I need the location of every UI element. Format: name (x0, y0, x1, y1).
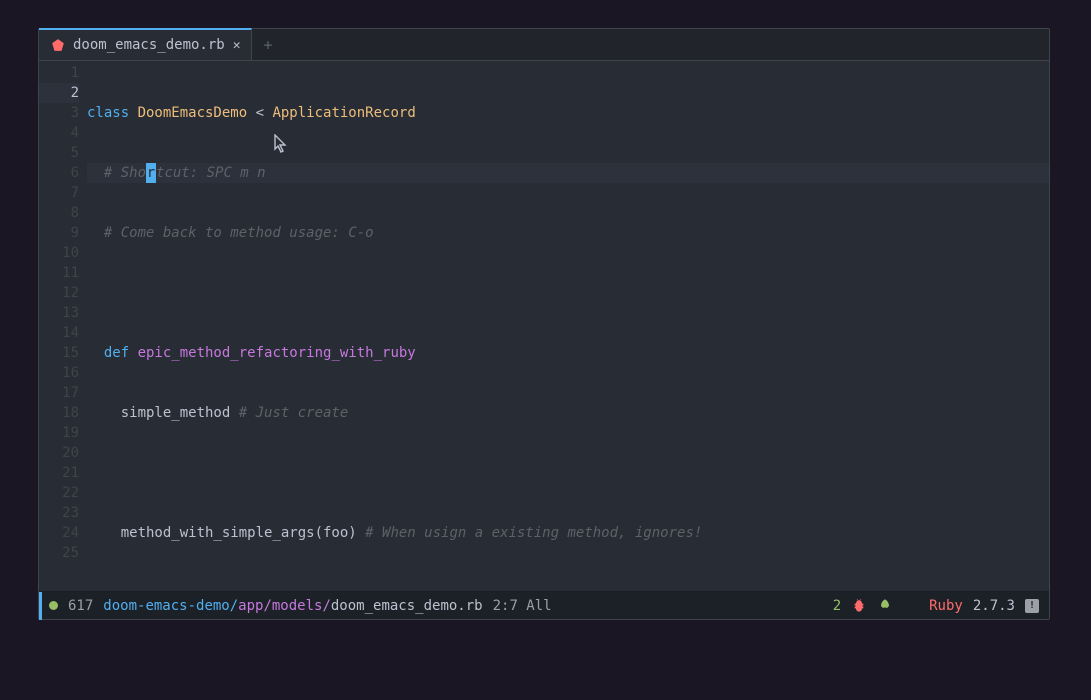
modeline-accent (39, 592, 42, 620)
line-number: 21 (39, 463, 79, 483)
line-number: 9 (39, 223, 79, 243)
line-number: 11 (39, 263, 79, 283)
line-number: 19 (39, 423, 79, 443)
line-number: 2 (39, 83, 79, 103)
mouse-cursor-icon (274, 134, 288, 154)
line-number: 14 (39, 323, 79, 343)
cursor-position: 2:7 All (493, 598, 552, 614)
buffer-state-icon (49, 601, 58, 610)
tab-close-icon[interactable]: ✕ (233, 38, 241, 53)
line-number: 4 (39, 123, 79, 143)
language-name: Ruby (929, 598, 963, 614)
notification-icon[interactable]: ! (1025, 599, 1039, 613)
line-number: 5 (39, 143, 79, 163)
rocket-icon[interactable] (877, 598, 893, 614)
line-number: 15 (39, 343, 79, 363)
buffer-path: doom-emacs-demo/app/models/doom_emacs_de… (103, 598, 482, 614)
language-version: 2.7.3 (973, 598, 1015, 614)
line-number: 3 (39, 103, 79, 123)
line-number: 1 (39, 63, 79, 83)
file-path: app/models/ (238, 598, 331, 614)
code-area[interactable]: 1234567891011121314151617181920212223242… (39, 61, 1049, 591)
line-number: 20 (39, 443, 79, 463)
ruby-file-icon (51, 38, 65, 52)
tab-bar: doom_emacs_demo.rb ✕ + (39, 29, 1049, 61)
line-number-gutter: 1234567891011121314151617181920212223242… (39, 61, 87, 591)
line-number: 12 (39, 283, 79, 303)
line-number: 7 (39, 183, 79, 203)
editor-window: doom_emacs_demo.rb ✕ + 12345678910111213… (38, 28, 1050, 620)
checker-errors[interactable]: 2 (833, 598, 841, 614)
tab-filename: doom_emacs_demo.rb (73, 37, 225, 53)
project-name: doom-emacs-demo/ (103, 598, 238, 614)
new-tab-button[interactable]: + (252, 29, 285, 60)
file-name: doom_emacs_demo.rb (331, 598, 483, 614)
line-number: 8 (39, 203, 79, 223)
line-number: 16 (39, 363, 79, 383)
line-number: 22 (39, 483, 79, 503)
line-number: 13 (39, 303, 79, 323)
tab-active[interactable]: doom_emacs_demo.rb ✕ (39, 28, 252, 60)
line-number: 24 (39, 523, 79, 543)
bug-icon[interactable] (851, 598, 867, 614)
code-content[interactable]: class DoomEmacsDemo < ApplicationRecord … (87, 61, 1049, 591)
line-number: 17 (39, 383, 79, 403)
text-cursor: r (146, 163, 156, 183)
line-number: 23 (39, 503, 79, 523)
line-number: 25 (39, 543, 79, 563)
line-number: 10 (39, 243, 79, 263)
modeline: 617 doom-emacs-demo/app/models/doom_emac… (39, 591, 1049, 619)
line-number: 6 (39, 163, 79, 183)
word-count: 617 (68, 598, 93, 614)
line-number: 18 (39, 403, 79, 423)
